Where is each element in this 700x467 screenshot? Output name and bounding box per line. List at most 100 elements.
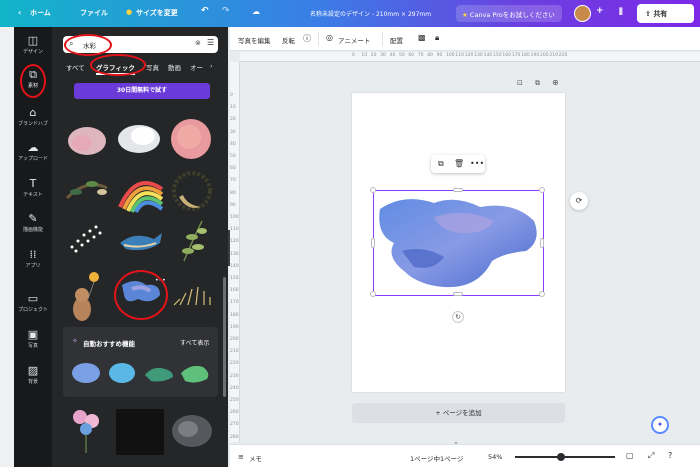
rail-item-design[interactable]: ◫ デザイン [14,35,52,56]
info-icon[interactable]: ⓘ [303,33,311,44]
graphic-moon-wreath[interactable] [169,167,215,215]
canva-pro-button[interactable]: ★ Canva Proをお試しください [456,5,562,22]
help-icon[interactable]: ? [668,451,672,460]
zoom-slider-thumb[interactable] [557,453,565,461]
see-all-link[interactable]: すべて表示 [180,338,209,347]
ruler-tick-label: 230 [230,373,239,379]
ruler-tick-label: 150 [230,276,239,281]
share-button[interactable]: ⇪ 共有 [637,4,694,23]
flip-button[interactable]: 反転 [282,35,295,45]
edit-photo-button[interactable]: 写真を編集 [238,35,271,45]
position-button[interactable]: 配置 [390,35,403,45]
rail-item-draw[interactable]: ✎ 描画機能 [14,213,52,234]
avatar[interactable] [574,5,591,22]
ruler-tick-label: 130 [230,251,239,257]
lock-icon[interactable]: ⊡ [517,79,523,87]
graphic-gold-rays[interactable] [170,281,214,307]
lock-icon[interactable]: 🔒︎ [435,33,439,43]
tab-photos[interactable]: 写真 [146,62,159,72]
graphic-bear-balloon[interactable] [68,271,102,323]
magic-assistant-button[interactable]: ✦ [651,416,669,434]
suggestion-item[interactable] [143,361,175,385]
graphic-dots[interactable] [64,221,110,257]
graphic-leaf-branch[interactable] [176,217,210,263]
page-view-icon[interactable]: ▢ [626,451,634,460]
page-indicator[interactable]: 1ページ中1ページ [410,453,464,463]
back-chevron-icon[interactable]: ‹ [18,8,21,17]
resize-handle[interactable] [453,292,463,296]
analytics-icon[interactable]: ⫼ [619,7,623,17]
document-title[interactable]: 名称未設定のデザイン - 210mm × 297mm [310,9,431,18]
rail-item-upload[interactable]: ☁ アップロード [14,142,52,163]
top-bar: ‹ ホーム ファイル ● サイズを変更 ↶ ↷ ☁ 名称未設定のデザイン - 2… [0,0,700,27]
suggestion-item[interactable] [71,361,101,385]
graphic-whale[interactable] [116,227,166,255]
graphic-pink-cloud[interactable] [64,119,110,163]
clear-icon[interactable]: ⊗ [195,39,201,47]
file-menu[interactable]: ファイル [80,8,108,18]
graphic-leaves-branch[interactable] [62,170,112,210]
rail-item-photos[interactable]: ▣ 写真 [14,329,52,350]
filter-icon[interactable]: ☰ [207,38,214,47]
context-toolbar: 写真を編集 反転 ⓘ ◎ アニメート 配置 ▩ 🔒︎ [230,27,700,51]
zoom-level[interactable]: 54% [488,453,502,461]
rail-item-apps[interactable]: ⁞⁞ アプリ [14,249,52,270]
resize-handle[interactable] [539,187,545,193]
fullscreen-icon[interactable]: ⤢ [648,451,654,461]
more-options-icon[interactable]: ••• [470,159,484,168]
ruler-tick-label: 50 [399,53,405,58]
graphic-white-cloud[interactable] [115,119,163,159]
resize-handle[interactable] [539,291,545,297]
panel-scrollbar[interactable] [223,277,226,397]
ruler-tick-label: 270 [230,422,239,428]
redo-icon[interactable]: ↷ [222,6,230,16]
resize-handle[interactable] [370,291,376,297]
ruler-tick-label: 30 [380,53,386,58]
floating-element-menu: ⧉ 🗑︎ ••• [431,155,485,173]
undo-icon[interactable]: ↶ [201,6,209,16]
chevron-right-icon[interactable]: › [210,62,213,70]
graphic-rainbow[interactable] [116,167,166,213]
copy-icon[interactable]: ⧉ [438,159,444,169]
grey-smoke-graphic [172,415,212,447]
chevron-up-icon[interactable]: ⌃ [453,441,459,449]
rail-item-label: 背景 [27,379,38,385]
zoom-slider[interactable] [515,453,615,461]
resize-handle[interactable] [453,188,463,192]
tab-audio[interactable]: オー [190,62,203,72]
rotate-handle[interactable]: ↻ [452,311,464,323]
add-collaborator-icon[interactable]: + [596,6,604,16]
watercolor-swatch-graphic [145,367,173,382]
free-trial-button[interactable]: 30日間無料で試す [74,83,210,99]
trash-icon[interactable]: 🗑︎ [454,159,464,168]
highlight-circle [114,270,168,320]
selected-watercolor-element[interactable] [370,187,545,297]
rail-item-brand[interactable]: ⌂ ブランドハブ [14,107,52,128]
home-button[interactable]: ホーム [30,8,51,18]
rail-item-text[interactable]: T テキスト [14,178,52,199]
rail-item-background[interactable]: ▨ 背景 [14,365,52,386]
suggestion-item[interactable] [107,361,137,385]
add-page-button[interactable]: + ページを追加 [352,403,565,423]
add-page-icon[interactable]: ⊕ [552,78,559,87]
watercolor-swatch-graphic [109,363,135,383]
resize-handle[interactable] [370,187,376,193]
resize-button[interactable]: サイズを変更 [136,8,178,18]
refresh-button[interactable]: ⟳ [570,192,588,210]
tab-all[interactable]: すべて [66,62,85,72]
resize-handle[interactable] [371,238,375,248]
duplicate-page-icon[interactable]: ⧉ [535,79,540,88]
animate-button[interactable]: アニメート [338,35,370,45]
tab-videos[interactable]: 動画 [168,62,181,72]
resize-handle[interactable] [540,238,544,248]
crown-icon: ★ [462,11,468,19]
graphic-pink-circle[interactable] [169,117,213,161]
white-cloud-graphic [118,125,160,153]
notes-button[interactable]: メモ [249,453,262,463]
rail-item-projects[interactable]: ▭ プロジェクト [14,293,52,314]
graphic-black-splash[interactable] [116,409,164,455]
graphic-flowers[interactable] [64,405,108,455]
transparency-icon[interactable]: ▩ [418,33,426,42]
suggestion-item[interactable] [179,361,211,385]
graphic-grey-smoke[interactable] [168,407,216,453]
